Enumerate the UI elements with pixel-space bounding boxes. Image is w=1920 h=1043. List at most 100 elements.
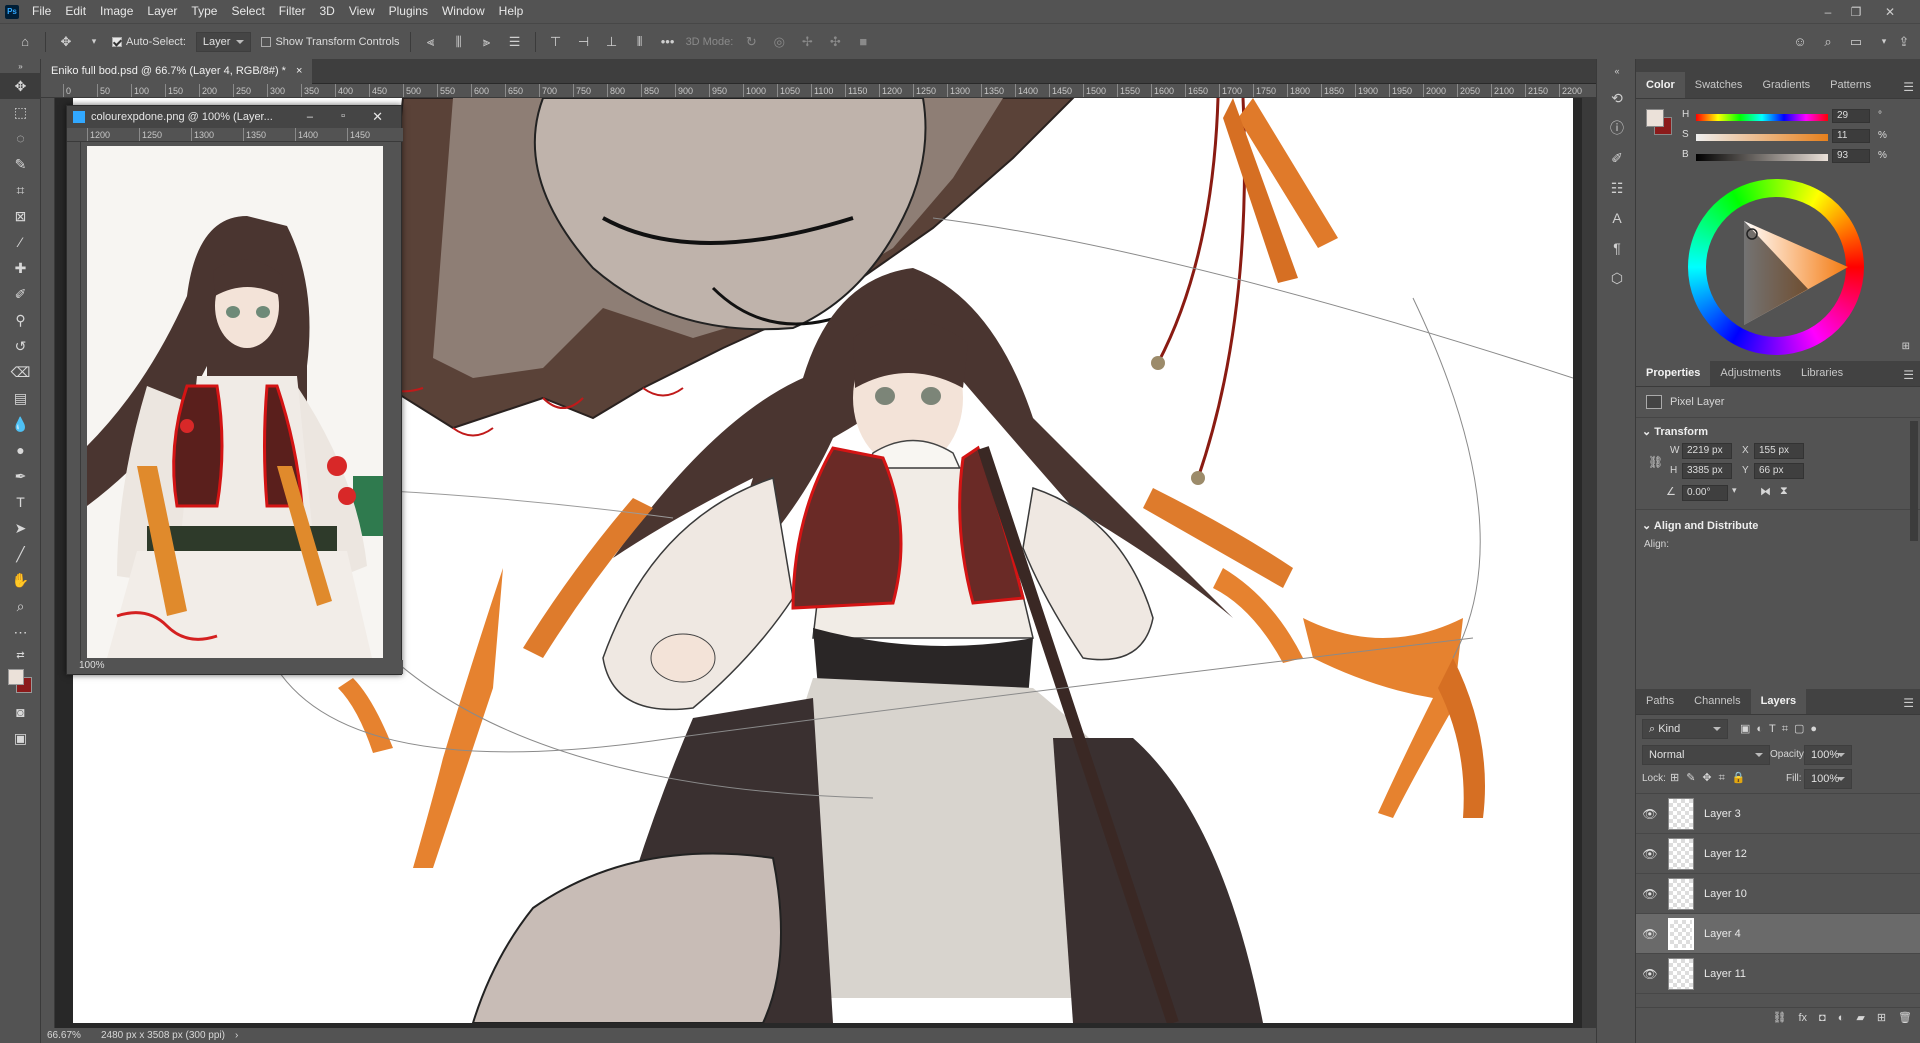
link-icon[interactable]: ⛓ — [1648, 455, 1663, 469]
visibility-eye-icon[interactable]: 👁 — [1636, 927, 1664, 941]
layer-name[interactable]: Layer 3 — [1704, 808, 1741, 820]
line-tool[interactable]: ╱ — [0, 541, 41, 567]
3d-icon[interactable]: ⬡ — [1597, 263, 1637, 293]
edit-toolbar-icon[interactable]: ⋯ — [0, 619, 41, 645]
3d-slide-icon[interactable]: ✣ — [824, 31, 846, 53]
history-icon[interactable]: ⟲ — [1597, 83, 1637, 113]
minimize-icon[interactable]: – — [1814, 0, 1842, 23]
vertical-scrollbar[interactable] — [1582, 98, 1596, 1028]
menu-type[interactable]: Type — [184, 0, 224, 23]
align-distribute-section[interactable]: ⌄ Align and Distribute — [1642, 519, 1758, 532]
layer-name[interactable]: Layer 10 — [1704, 888, 1747, 900]
chevron-down-icon[interactable]: ▾ — [1873, 31, 1895, 53]
brush-tool[interactable]: ✐ — [0, 281, 41, 307]
eraser-tool[interactable]: ⌫ — [0, 359, 41, 385]
lock-icons[interactable]: ⊞✎✥⌗🔒 — [1670, 771, 1753, 785]
tab-color[interactable]: Color — [1636, 72, 1685, 98]
color-swatches[interactable] — [0, 665, 41, 699]
saturation-bar[interactable] — [1696, 134, 1828, 141]
tab-libraries[interactable]: Libraries — [1791, 360, 1853, 386]
tab-swatches[interactable]: Swatches — [1685, 72, 1753, 98]
menu-file[interactable]: File — [25, 0, 58, 23]
swap-colors-icon[interactable]: ⇄ — [0, 645, 41, 665]
auto-select-dropdown[interactable]: Layer — [195, 31, 252, 52]
menu-image[interactable]: Image — [93, 0, 140, 23]
layer-name[interactable]: Layer 12 — [1704, 848, 1747, 860]
clone-stamp-tool[interactable]: ⚲ — [0, 307, 41, 333]
brightness-slider[interactable]: B 93 % — [1682, 149, 1912, 165]
move-tool-icon[interactable]: ✥ — [55, 31, 77, 53]
color-wheel[interactable] — [1688, 179, 1864, 355]
layer-name[interactable]: Layer 11 — [1704, 968, 1746, 980]
more-options-icon[interactable]: ••• — [657, 31, 679, 53]
tab-layers[interactable]: Layers — [1750, 688, 1807, 714]
restore-icon[interactable]: ▫ — [341, 110, 345, 122]
align-bottom-icon[interactable]: ⊥ — [601, 31, 623, 53]
menu-3d[interactable]: 3D — [312, 0, 341, 23]
hue-value[interactable]: 29 — [1832, 109, 1870, 123]
type-tool[interactable]: T — [0, 489, 41, 515]
hue-slider[interactable]: H 29 ° — [1682, 109, 1912, 125]
menu-window[interactable]: Window — [435, 0, 492, 23]
visibility-eye-icon[interactable]: 👁 — [1636, 847, 1664, 861]
checkbox-unchecked-icon[interactable] — [261, 36, 272, 47]
y-field[interactable]: 66 px — [1754, 463, 1804, 479]
brushes-icon[interactable]: ✐ — [1597, 143, 1637, 173]
align-top-icon[interactable]: ⊤ — [545, 31, 567, 53]
blur-tool[interactable]: 💧 — [0, 411, 41, 437]
workspace-icon[interactable]: ▭ — [1845, 31, 1867, 53]
frame-tool[interactable]: ⊠ — [0, 203, 41, 229]
tab-close-icon[interactable]: × — [296, 59, 302, 84]
menu-view[interactable]: View — [342, 0, 382, 23]
menu-layer[interactable]: Layer — [140, 0, 184, 23]
chevron-down-icon[interactable]: ⌄ — [1642, 520, 1654, 532]
opacity-field[interactable]: 100% — [1804, 745, 1852, 765]
layer-name[interactable]: Layer 4 — [1704, 928, 1741, 940]
brightness-bar[interactable] — [1696, 154, 1828, 161]
tab-gradients[interactable]: Gradients — [1752, 72, 1820, 98]
layer-row[interactable]: 👁 Layer 10 — [1636, 874, 1920, 914]
flip-vertical-icon[interactable]: ⧗ — [1780, 485, 1788, 498]
distribute-icon[interactable]: ☰ — [504, 31, 526, 53]
brightness-value[interactable]: 93 — [1832, 149, 1870, 163]
screen-mode-icon[interactable]: ▣ — [0, 725, 41, 751]
layer-row[interactable]: 👁 Layer 11 — [1636, 954, 1920, 994]
align-middle-icon[interactable]: ⊣ — [573, 31, 595, 53]
gradient-tool[interactable]: ▤ — [0, 385, 41, 411]
tab-patterns[interactable]: Patterns — [1820, 72, 1881, 98]
brush-settings-icon[interactable]: ☷ — [1597, 173, 1637, 203]
add-mask-icon[interactable]: ◘ — [1819, 1012, 1826, 1024]
collapse-icon[interactable]: » — [0, 59, 41, 73]
search-icon[interactable]: ⌕ — [1817, 31, 1839, 53]
checkbox-checked-icon[interactable] — [112, 36, 122, 47]
panel-menu-icon[interactable]: ☰ — [1903, 80, 1914, 94]
home-icon[interactable]: ⌂ — [14, 31, 36, 53]
3d-orbit-icon[interactable]: ↻ — [740, 31, 762, 53]
info-icon[interactable]: ⓘ — [1597, 113, 1637, 143]
transform-section[interactable]: ⌄ Transform — [1642, 425, 1708, 438]
restore-icon[interactable]: ❐ — [1842, 0, 1870, 23]
hue-bar[interactable] — [1696, 114, 1828, 121]
tab-paths[interactable]: Paths — [1636, 688, 1684, 714]
fx-icon[interactable]: fx — [1798, 1012, 1807, 1024]
align-center-icon[interactable]: ⫼ — [448, 31, 470, 53]
layer-filter-dropdown[interactable]: ⌕ Kind — [1642, 719, 1728, 739]
layer-row-selected[interactable]: 👁 Layer 4 — [1636, 914, 1920, 954]
width-field[interactable]: 2219 px — [1682, 443, 1732, 459]
foreground-color-swatch[interactable] — [8, 669, 24, 685]
chevron-down-icon[interactable]: ⌄ — [1642, 426, 1654, 438]
layer-filter-icons[interactable]: ▣◐T⌗▢● — [1740, 722, 1823, 736]
history-brush-tool[interactable]: ↺ — [0, 333, 41, 359]
layer-row[interactable]: 👁 Layer 3 — [1636, 794, 1920, 834]
panel-menu-icon[interactable]: ☰ — [1903, 368, 1914, 382]
visibility-eye-icon[interactable]: 👁 — [1636, 887, 1664, 901]
menu-filter[interactable]: Filter — [272, 0, 313, 23]
visibility-eye-icon[interactable]: 👁 — [1636, 807, 1664, 821]
tab-adjustments[interactable]: Adjustments — [1710, 360, 1791, 386]
tab-channels[interactable]: Channels — [1684, 688, 1750, 714]
properties-scrollbar[interactable] — [1910, 421, 1918, 541]
x-field[interactable]: 155 px — [1754, 443, 1804, 459]
move-tool[interactable]: ✥ — [0, 73, 41, 99]
dodge-tool[interactable]: ● — [0, 437, 41, 463]
3d-camera-icon[interactable]: ■ — [852, 31, 874, 53]
